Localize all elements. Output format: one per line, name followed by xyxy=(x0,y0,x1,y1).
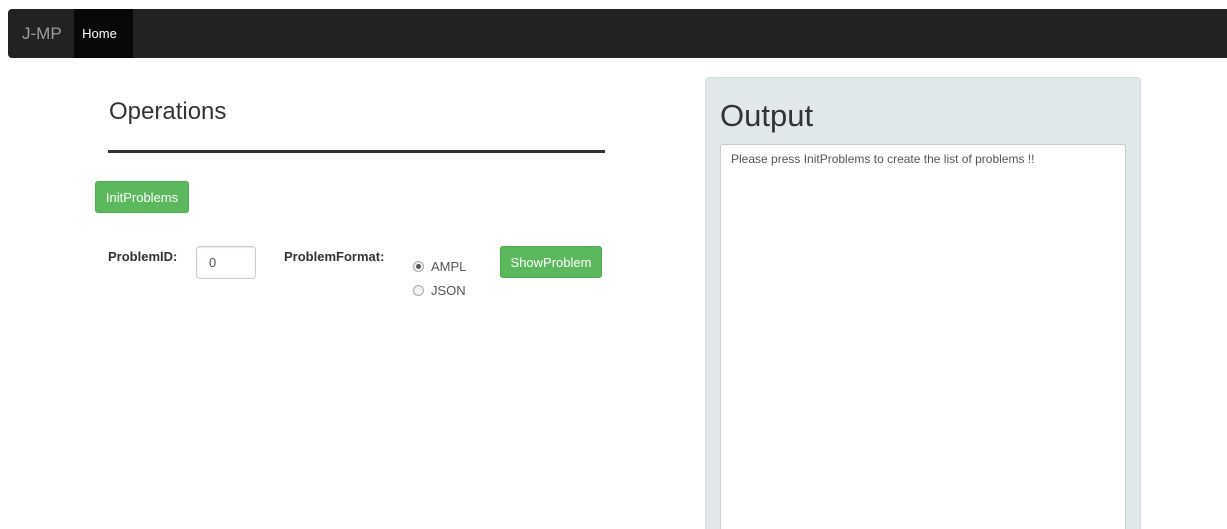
format-option-ampl[interactable]: AMPL xyxy=(413,259,466,274)
show-problem-button[interactable]: ShowProblem xyxy=(500,246,602,278)
problem-id-input[interactable] xyxy=(196,246,256,279)
init-problems-button[interactable]: InitProblems xyxy=(95,181,189,213)
operations-divider xyxy=(108,150,605,153)
format-option-label: AMPL xyxy=(431,259,467,274)
output-textarea[interactable]: Please press InitProblems to create the … xyxy=(720,144,1126,529)
radio-json[interactable] xyxy=(413,285,424,296)
output-panel: Output Please press InitProblems to crea… xyxy=(705,77,1141,529)
output-title: Output xyxy=(720,98,814,133)
problem-id-label: ProblemID: xyxy=(108,249,178,264)
nav-home-link[interactable]: Home xyxy=(74,9,133,58)
operations-title: Operations xyxy=(109,98,227,125)
radio-ampl[interactable] xyxy=(413,261,424,272)
format-option-label: JSON xyxy=(431,283,466,298)
top-navbar: J-MP Home xyxy=(8,9,1227,58)
format-option-json[interactable]: JSON xyxy=(413,283,466,298)
problem-format-label: ProblemFormat: xyxy=(284,249,385,264)
output-text: Please press InitProblems to create the … xyxy=(731,152,1035,166)
brand-logo[interactable]: J-MP xyxy=(22,24,62,44)
